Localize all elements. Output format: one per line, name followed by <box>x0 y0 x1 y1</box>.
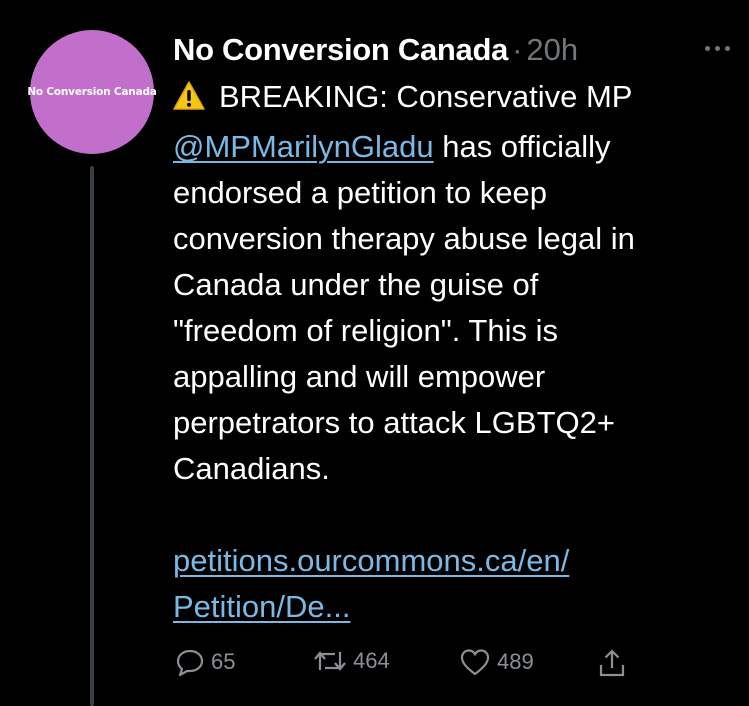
tweet-text-line-5: Canada under the guise of <box>173 267 539 302</box>
tweet-text-line-4: conversion therapy abuse legal in <box>173 221 635 256</box>
petition-link-part-1[interactable]: petitions.ourcommons.ca/en/ <box>173 543 569 578</box>
timestamp[interactable]: 20h <box>526 32 578 68</box>
thread-line <box>90 166 94 706</box>
tweet-text-line-7: appalling and will empower <box>173 359 546 394</box>
tweet-text-line-6: "freedom of religion". This is <box>173 313 558 348</box>
more-options-icon[interactable] <box>697 34 737 62</box>
warning-sign-icon <box>173 78 205 124</box>
tweet-text-line-1: BREAKING: Conservative MP <box>219 79 633 114</box>
tweet-text-line-8: perpetrators to attack LGBTQ2+ <box>173 405 615 440</box>
tweet-text-line-3: endorsed a petition to keep <box>173 175 547 210</box>
like-count: 489 <box>497 649 534 674</box>
reply-count: 65 <box>211 649 236 674</box>
share-button[interactable] <box>597 648 627 678</box>
url-line-2: Petition/De... <box>173 584 733 630</box>
tweet-text-line-9: Canadians. <box>173 451 330 486</box>
share-icon <box>597 648 627 678</box>
tweet-line-1: BREAKING: Conservative MP <box>173 74 733 124</box>
tweet-text-line-2: has officially <box>433 129 611 164</box>
retweet-button[interactable]: 464 <box>313 648 390 674</box>
separator-dot: · <box>512 32 523 67</box>
reply-button[interactable]: 65 <box>175 648 235 676</box>
tweet-text: BREAKING: Conservative MP @MPMarilynGlad… <box>173 74 733 630</box>
retweet-count: 464 <box>353 648 390 673</box>
tweet-header: No Conversion Canada · 20h <box>173 28 729 72</box>
avatar-label: No Conversion Canada <box>27 86 157 98</box>
display-name[interactable]: No Conversion Canada <box>173 32 508 68</box>
heart-icon <box>459 648 491 676</box>
petition-link-part-2[interactable]: Petition/De... <box>173 589 350 624</box>
tweet-actions: 65 464 489 <box>175 642 645 682</box>
url-line-1: petitions.ourcommons.ca/en/ <box>173 538 733 584</box>
avatar[interactable]: No Conversion Canada <box>27 30 157 154</box>
mention-link[interactable]: @MPMarilynGladu <box>173 129 434 164</box>
reply-icon <box>175 648 205 676</box>
like-button[interactable]: 489 <box>459 648 534 676</box>
retweet-icon <box>313 648 347 674</box>
tweet-line-2: @MPMarilynGladu has officially <box>173 124 733 170</box>
